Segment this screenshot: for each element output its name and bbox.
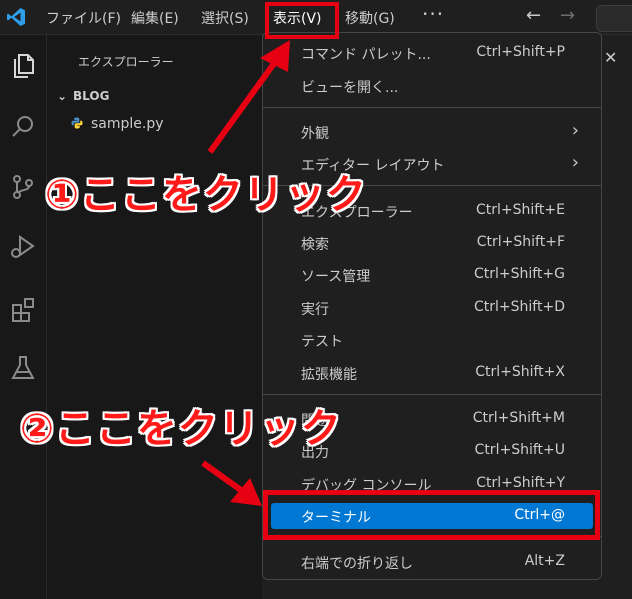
annotation-arrows [201, 40, 290, 506]
step1-callout: ①ここをクリック [45, 172, 367, 218]
arrow-to-view-menu [207, 56, 281, 154]
step2-callout: ②ここをクリック [20, 406, 342, 452]
arrow-to-terminal [201, 460, 247, 496]
